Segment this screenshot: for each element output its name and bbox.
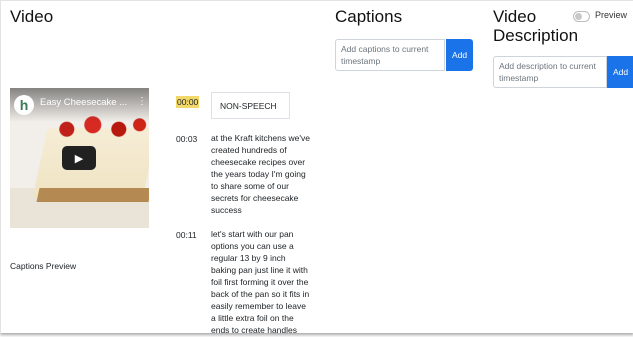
- toggle-knob: [575, 13, 582, 20]
- video-player[interactable]: h Easy Cheesecake ... ⋮ ▶: [10, 88, 149, 228]
- caption-text[interactable]: let's start with our pan options you can…: [211, 228, 311, 336]
- play-icon[interactable]: ▶: [62, 146, 96, 170]
- channel-logo-icon[interactable]: h: [14, 95, 34, 115]
- editor-panel: Video Captions Video Description Preview…: [0, 0, 633, 336]
- add-caption-button[interactable]: Add: [446, 39, 473, 71]
- video-description-heading: Video Description: [493, 7, 579, 45]
- video-title[interactable]: Easy Cheesecake ...: [40, 97, 127, 108]
- video-frame-crust: [36, 188, 149, 202]
- more-vert-icon[interactable]: ⋮: [137, 96, 147, 107]
- caption-text-field[interactable]: NON-SPEECH: [211, 92, 290, 119]
- preview-toggle-label: Preview: [595, 10, 628, 20]
- captions-preview-label: Captions Preview: [10, 261, 77, 271]
- preview-toggle[interactable]: [573, 11, 590, 22]
- captions-input[interactable]: Add captions to current timestamp: [335, 39, 445, 71]
- video-heading: Video: [10, 7, 54, 26]
- caption-timestamp-active[interactable]: 00:00: [176, 96, 200, 108]
- captions-heading: Captions: [335, 7, 403, 26]
- description-input[interactable]: Add description to current timestamp: [493, 56, 607, 88]
- caption-text[interactable]: at the Kraft kitchens we've created hund…: [211, 132, 311, 216]
- caption-timestamp[interactable]: 00:03: [176, 134, 197, 144]
- caption-timestamp[interactable]: 00:11: [176, 230, 197, 240]
- add-description-button[interactable]: Add: [607, 56, 633, 88]
